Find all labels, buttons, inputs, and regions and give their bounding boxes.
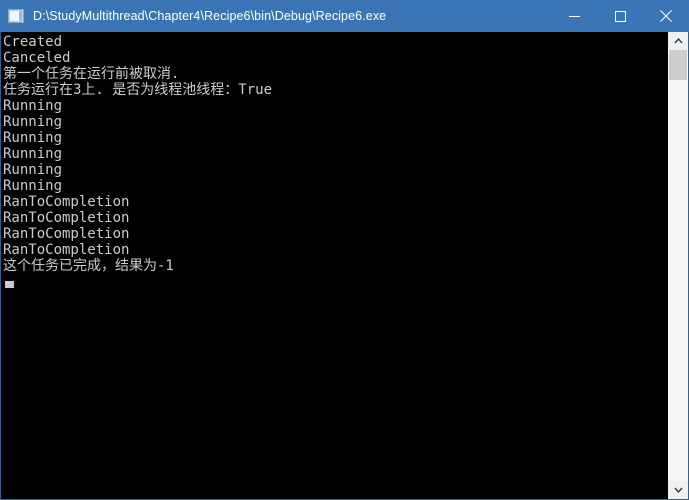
chevron-up-icon — [673, 38, 683, 44]
scrollbar-thumb[interactable] — [669, 50, 687, 80]
chevron-down-icon — [673, 487, 683, 493]
minimize-button[interactable] — [551, 0, 597, 32]
minimize-icon — [568, 15, 580, 17]
console-app-icon — [8, 9, 24, 23]
console-line: Running — [3, 146, 63, 162]
window-controls — [551, 0, 689, 32]
console-line: Running — [3, 178, 63, 194]
block-cursor — [5, 281, 14, 288]
scrollbar-track[interactable] — [668, 50, 688, 481]
title-bar[interactable]: D:\StudyMultithread\Chapter4\Recipe6\bin… — [0, 0, 689, 32]
console-line: RanToCompletion — [3, 242, 130, 258]
maximize-button[interactable] — [597, 0, 643, 32]
scroll-up-button[interactable] — [668, 32, 688, 50]
window-title: D:\StudyMultithread\Chapter4\Recipe6\bin… — [33, 9, 387, 23]
console-line: 这个任务已完成，结果为-1 — [3, 258, 174, 274]
console-line: Running — [3, 98, 63, 114]
vertical-scrollbar[interactable] — [667, 32, 688, 499]
console-body[interactable]: Created Canceled 第一个任务在运行前被取消. 任务运行在3上. 是否为… — [0, 32, 689, 500]
console-cursor-line — [3, 274, 667, 290]
close-button[interactable] — [643, 0, 689, 32]
console-line: Running — [3, 130, 63, 146]
maximize-icon — [614, 10, 626, 22]
console-line: Canceled — [3, 50, 71, 66]
console-line: Created — [3, 34, 63, 50]
console-line: RanToCompletion — [3, 194, 130, 210]
scroll-down-button[interactable] — [668, 481, 688, 499]
console-line: 任务运行在3上. 是否为线程池线程：True — [3, 82, 273, 98]
console-output[interactable]: Created Canceled 第一个任务在运行前被取消. 任务运行在3上. 是否为… — [1, 32, 667, 499]
close-icon — [660, 10, 672, 22]
console-line: Running — [3, 114, 63, 130]
console-line: Running — [3, 162, 63, 178]
console-line: RanToCompletion — [3, 210, 130, 226]
console-line: RanToCompletion — [3, 226, 130, 242]
console-line: 第一个任务在运行前被取消. — [3, 66, 180, 82]
console-window: D:\StudyMultithread\Chapter4\Recipe6\bin… — [0, 0, 689, 500]
